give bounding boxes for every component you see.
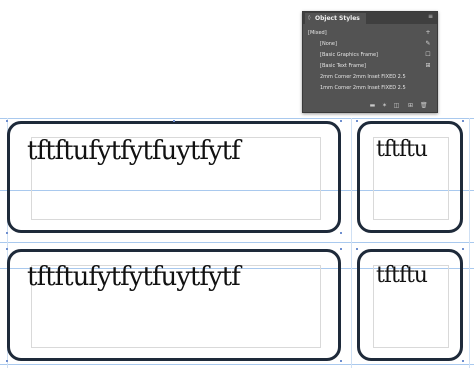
guide-vertical[interactable] [351, 118, 352, 368]
guide-horizontal[interactable] [0, 242, 474, 243]
style-row-basic-graphics-frame[interactable]: [Basic Graphics Frame] ☐ [303, 50, 437, 60]
selection-handle[interactable] [340, 360, 342, 362]
clear-attributes-icon[interactable]: ◫ [393, 102, 400, 109]
guide-horizontal[interactable] [0, 118, 474, 119]
selection-handle[interactable] [173, 120, 175, 122]
text-frame-icon: ⊞ [425, 62, 431, 69]
selection-handle[interactable] [6, 248, 8, 250]
text-frame-small[interactable]: tftftu [357, 121, 463, 233]
style-row-basic-text-frame[interactable]: [Basic Text Frame] ⊞ [303, 61, 437, 71]
style-label: 2mm Corner 2mm Inset FIXED 2.5 [320, 74, 406, 80]
selection-handle[interactable] [356, 120, 358, 122]
style-label: 1mm Corner 2mm Inset FIXED 2.5 [320, 85, 406, 91]
style-row-none[interactable]: [None] ✎ [303, 39, 437, 49]
graphics-frame-icon: ☐ [425, 51, 431, 58]
panel-tab-object-styles[interactable]: ◊ Object Styles [305, 13, 366, 24]
selection-handle[interactable] [340, 120, 342, 122]
guide-horizontal[interactable] [0, 364, 474, 365]
text-frame-wide[interactable]: tftftufytfytfuytfytf [7, 249, 341, 361]
frame-text[interactable]: tftftu [376, 137, 428, 163]
style-label: [None] [320, 41, 337, 47]
selection-handle[interactable] [6, 360, 8, 362]
clear-overrides-icon[interactable]: ✶ [381, 102, 388, 109]
panel-title: Object Styles [315, 15, 360, 22]
add-icon[interactable]: + [425, 30, 431, 36]
frame-text[interactable]: tftftufytfytfuytfytf [27, 136, 241, 166]
frame-text[interactable]: tftftufytfytfuytfytf [27, 262, 241, 292]
panel-menu-icon[interactable]: ≡ [428, 14, 434, 20]
selection-handle[interactable] [6, 120, 8, 122]
style-row-mixed[interactable]: [Mixed] + [303, 28, 437, 38]
style-label: [Basic Text Frame] [320, 63, 367, 69]
guide-vertical[interactable] [469, 118, 470, 368]
selection-handle[interactable] [356, 248, 358, 250]
folder-icon[interactable]: ▬ [369, 102, 376, 109]
selection-handle[interactable] [462, 120, 464, 122]
panel-tab-bar: ◊ Object Styles ≡ [303, 12, 437, 24]
selection-handle[interactable] [462, 248, 464, 250]
style-label: [Basic Graphics Frame] [320, 52, 378, 58]
text-frame-small[interactable]: tftftu [357, 249, 463, 361]
text-frame-wide[interactable]: tftftufytfytfuytfytf [7, 121, 341, 233]
frame-text[interactable]: tftftu [376, 263, 428, 289]
panel-footer: ▬ ✶ ◫ ⊞ 🗑 [303, 99, 437, 112]
selection-handle[interactable] [6, 232, 8, 234]
object-styles-panel: ◊ Object Styles ≡ [Mixed] + [None] ✎ [Ba… [302, 11, 438, 113]
style-row-1mm-corner[interactable]: 1mm Corner 2mm Inset FIXED 2.5 [303, 83, 437, 93]
new-style-icon[interactable]: ⊞ [407, 102, 414, 109]
style-label: [Mixed] [308, 30, 327, 36]
selection-handle[interactable] [340, 232, 342, 234]
style-row-2mm-corner[interactable]: 2mm Corner 2mm Inset FIXED 2.5 [303, 72, 437, 82]
selection-handle[interactable] [340, 248, 342, 250]
delete-icon[interactable]: 🗑 [420, 102, 428, 109]
collapse-icon[interactable]: ◊ [308, 13, 310, 24]
selection-handle[interactable] [462, 360, 464, 362]
wand-icon: ✎ [425, 40, 431, 47]
